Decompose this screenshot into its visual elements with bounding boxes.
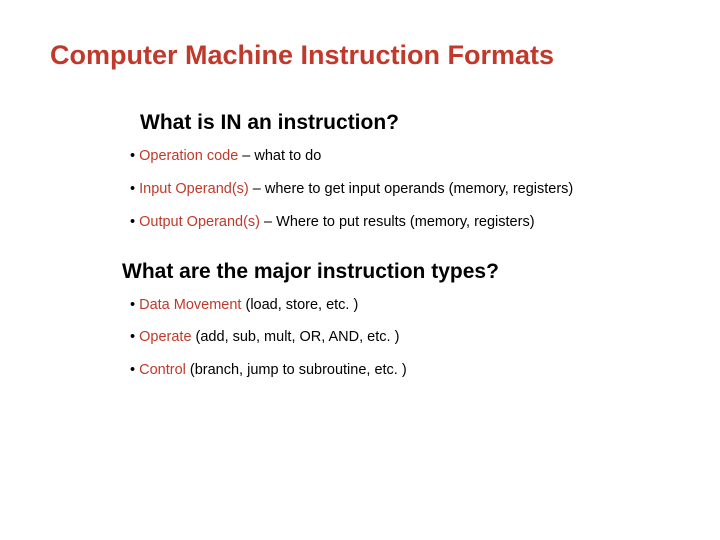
bullet-term: Output Operand(s): [139, 214, 260, 230]
list-item: Operate (add, sub, mult, OR, AND, etc. ): [130, 328, 670, 347]
bullet-term: Operate: [139, 329, 191, 345]
section-heading-1: What is IN an instruction?: [140, 111, 670, 135]
bullet-desc: – what to do: [238, 148, 321, 164]
bullet-desc: (add, sub, mult, OR, AND, etc. ): [192, 329, 400, 345]
bullet-list-2: Data Movement (load, store, etc. ) Opera…: [130, 296, 670, 381]
list-item: Input Operand(s) – where to get input op…: [130, 180, 670, 199]
bullet-desc: – where to get input operands (memory, r…: [249, 181, 574, 197]
bullet-term: Input Operand(s): [139, 181, 249, 197]
list-item: Operation code – what to do: [130, 147, 670, 166]
bullet-desc: (branch, jump to subroutine, etc. ): [186, 362, 407, 378]
bullet-term: Control: [139, 362, 186, 378]
slide: Computer Machine Instruction Formats Wha…: [0, 0, 720, 380]
slide-title: Computer Machine Instruction Formats: [50, 40, 670, 71]
bullet-desc: – Where to put results (memory, register…: [260, 214, 535, 230]
list-item: Data Movement (load, store, etc. ): [130, 296, 670, 315]
bullet-term: Data Movement: [139, 297, 241, 313]
bullet-desc: (load, store, etc. ): [241, 297, 358, 313]
list-item: Control (branch, jump to subroutine, etc…: [130, 361, 670, 380]
bullet-list-1: Operation code – what to do Input Operan…: [130, 147, 670, 232]
list-item: Output Operand(s) – Where to put results…: [130, 213, 670, 232]
section-heading-2: What are the major instruction types?: [122, 260, 670, 284]
bullet-term: Operation code: [139, 148, 238, 164]
